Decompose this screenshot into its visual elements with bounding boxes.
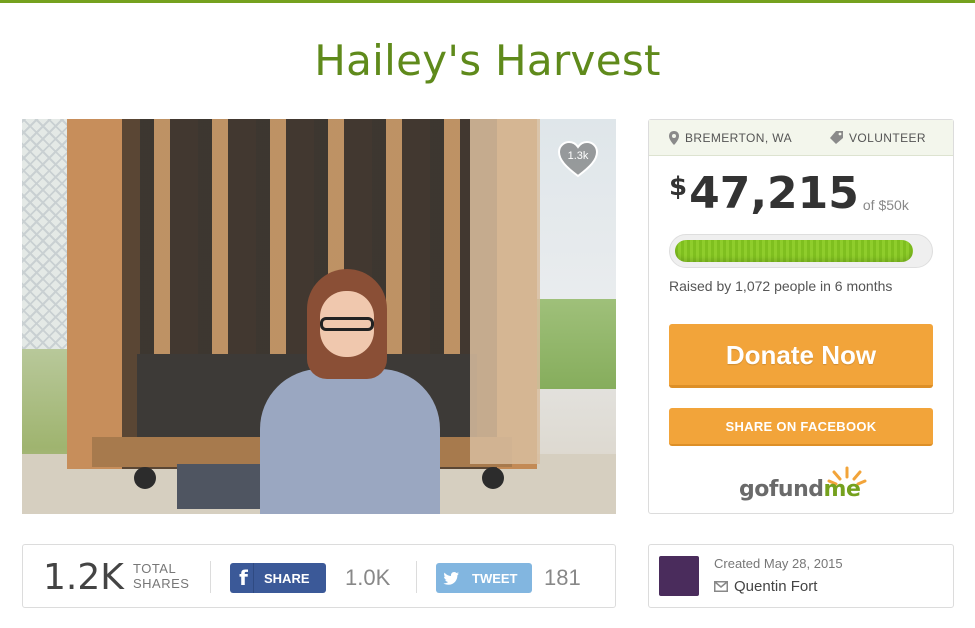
- total-label-line: TOTAL: [133, 561, 177, 576]
- logo-word: gofund: [739, 477, 824, 502]
- amount-raised: $ 47,215 of $50k: [669, 172, 909, 216]
- photo-wheel: [134, 467, 156, 489]
- photo-girl-glasses: [320, 317, 374, 331]
- mail-icon: [714, 581, 728, 592]
- campaign-meta: BREMERTON, WA VOLUNTEER: [649, 120, 953, 156]
- favorite-button[interactable]: 1.3k: [556, 139, 600, 179]
- facebook-icon: f: [230, 563, 254, 593]
- favorite-count: 1.3k: [567, 150, 589, 162]
- organizer-contact[interactable]: Quentin Fort: [714, 578, 817, 595]
- location-label: BREMERTON, WA: [685, 130, 792, 145]
- progress-fill: [675, 240, 913, 262]
- photo-wheel: [482, 467, 504, 489]
- twitter-bird-icon: [436, 571, 466, 585]
- photo-shed-door: [470, 119, 540, 464]
- organizer-card: Created May 28, 2015 Quentin Fort: [648, 544, 954, 608]
- campaign-photo[interactable]: 1.3k: [22, 119, 616, 514]
- raised-amount: 47,215: [689, 168, 859, 219]
- pin-icon: [669, 130, 679, 145]
- campaign-title: Hailey's Harvest: [314, 36, 661, 85]
- donate-button[interactable]: Donate Now: [669, 324, 933, 388]
- divider: [416, 561, 417, 593]
- currency-symbol: $: [669, 172, 688, 202]
- facebook-share-button[interactable]: f SHARE: [230, 563, 326, 593]
- divider: [210, 561, 211, 593]
- facebook-share-count: 1.0K: [345, 565, 391, 590]
- gofundme-wordmark: gofundme: [739, 477, 861, 502]
- total-label-line: SHARES: [133, 576, 190, 591]
- category[interactable]: VOLUNTEER: [830, 131, 926, 145]
- photo-box: [177, 464, 267, 509]
- tweet-label: TWEET: [472, 570, 518, 586]
- total-shares-count: 1.2K: [43, 557, 124, 598]
- share-facebook-button[interactable]: SHARE ON FACEBOOK: [669, 408, 933, 446]
- created-date: Created May 28, 2015: [714, 556, 843, 571]
- category-label: VOLUNTEER: [849, 130, 926, 145]
- avatar[interactable]: [659, 556, 699, 596]
- logo-word-me: me: [823, 477, 861, 502]
- goal-amount: of $50k: [862, 197, 909, 213]
- progress-bar: [669, 234, 933, 268]
- top-accent-bar: [0, 0, 975, 3]
- total-shares-label: TOTAL SHARES: [133, 561, 189, 591]
- raised-by-text: Raised by 1,072 people in 6 months: [669, 278, 893, 294]
- gofundme-logo[interactable]: gofundme: [739, 465, 869, 505]
- share-bar: 1.2K TOTAL SHARES f SHARE 1.0K TWEET 181: [22, 544, 616, 608]
- tweet-button[interactable]: TWEET: [436, 563, 532, 593]
- tag-icon: [830, 131, 843, 144]
- facebook-share-label: SHARE: [264, 570, 310, 586]
- organizer-name: Quentin Fort: [734, 578, 818, 595]
- tweet-count: 181: [544, 565, 581, 590]
- location[interactable]: BREMERTON, WA: [669, 130, 792, 145]
- photo-girl-dress: [260, 369, 440, 514]
- donation-card: BREMERTON, WA VOLUNTEER $ 47,215 of $50k…: [648, 119, 954, 514]
